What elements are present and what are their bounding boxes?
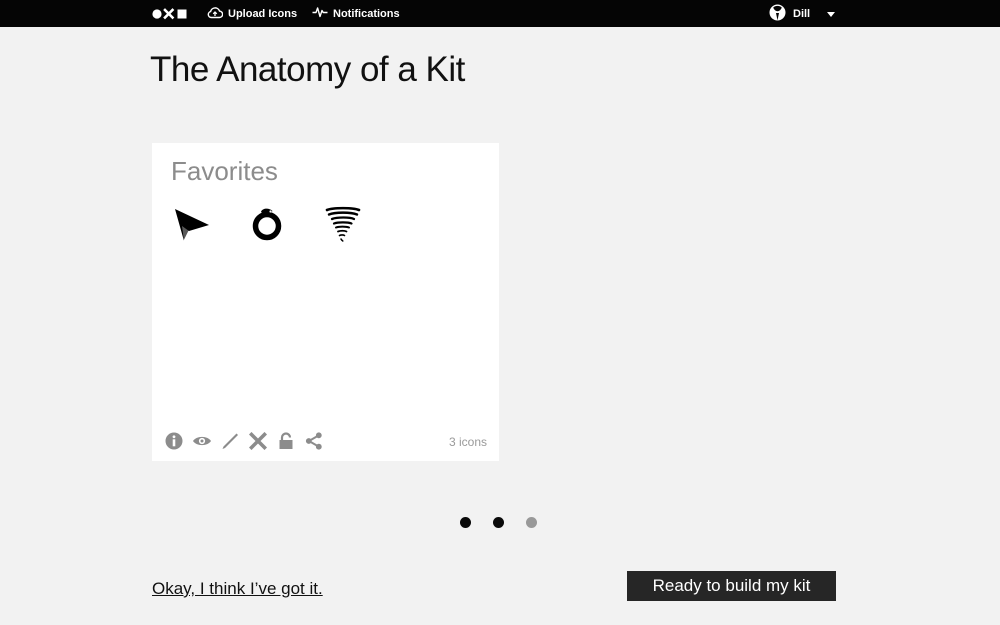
delete-icon[interactable]: [248, 431, 268, 451]
nav-upload-label: Upload Icons: [228, 7, 298, 20]
icon-count: 3 icons: [448, 435, 487, 449]
build-kit-button[interactable]: Ready to build my kit: [627, 571, 836, 601]
dismiss-link[interactable]: Okay, I think I’ve got it.: [152, 579, 323, 599]
pager-dot[interactable]: [526, 517, 537, 528]
paper-plane-icon[interactable]: [172, 205, 212, 245]
tornado-icon[interactable]: [323, 205, 363, 245]
kit-action-bar: [164, 431, 332, 451]
kit-card[interactable]: Favorites 3 icons: [152, 143, 499, 461]
logo-glyphs: [152, 8, 187, 20]
eye-icon[interactable]: [192, 431, 212, 451]
nav-notifications-label: Notifications: [333, 7, 400, 20]
activity-pulse-icon: [312, 6, 328, 21]
ouroboros-ring-icon[interactable]: [247, 205, 287, 245]
nav-notifications[interactable]: Notifications: [312, 0, 400, 27]
pager-dot[interactable]: [460, 517, 471, 528]
user-avatar-icon: [769, 4, 786, 24]
kit-name: Favorites: [171, 156, 278, 186]
page-title: The Anatomy of a Kit: [150, 50, 465, 89]
share-icon[interactable]: [304, 431, 324, 451]
circle-x-square-logo[interactable]: [152, 8, 188, 20]
user-name: Dill: [793, 7, 811, 20]
user-menu[interactable]: Dill: [769, 0, 836, 27]
nav-upload-icons[interactable]: Upload Icons: [207, 0, 297, 27]
pencil-icon[interactable]: [220, 431, 240, 451]
top-nav-bar: Upload Icons Notifications Dill: [0, 0, 1000, 27]
tutorial-pager: [460, 517, 537, 528]
lock-icon[interactable]: [276, 431, 296, 451]
info-icon[interactable]: [164, 431, 184, 451]
cloud-upload-icon: [207, 6, 224, 22]
pager-dot[interactable]: [493, 517, 504, 528]
caret-down-icon[interactable]: [827, 8, 836, 20]
